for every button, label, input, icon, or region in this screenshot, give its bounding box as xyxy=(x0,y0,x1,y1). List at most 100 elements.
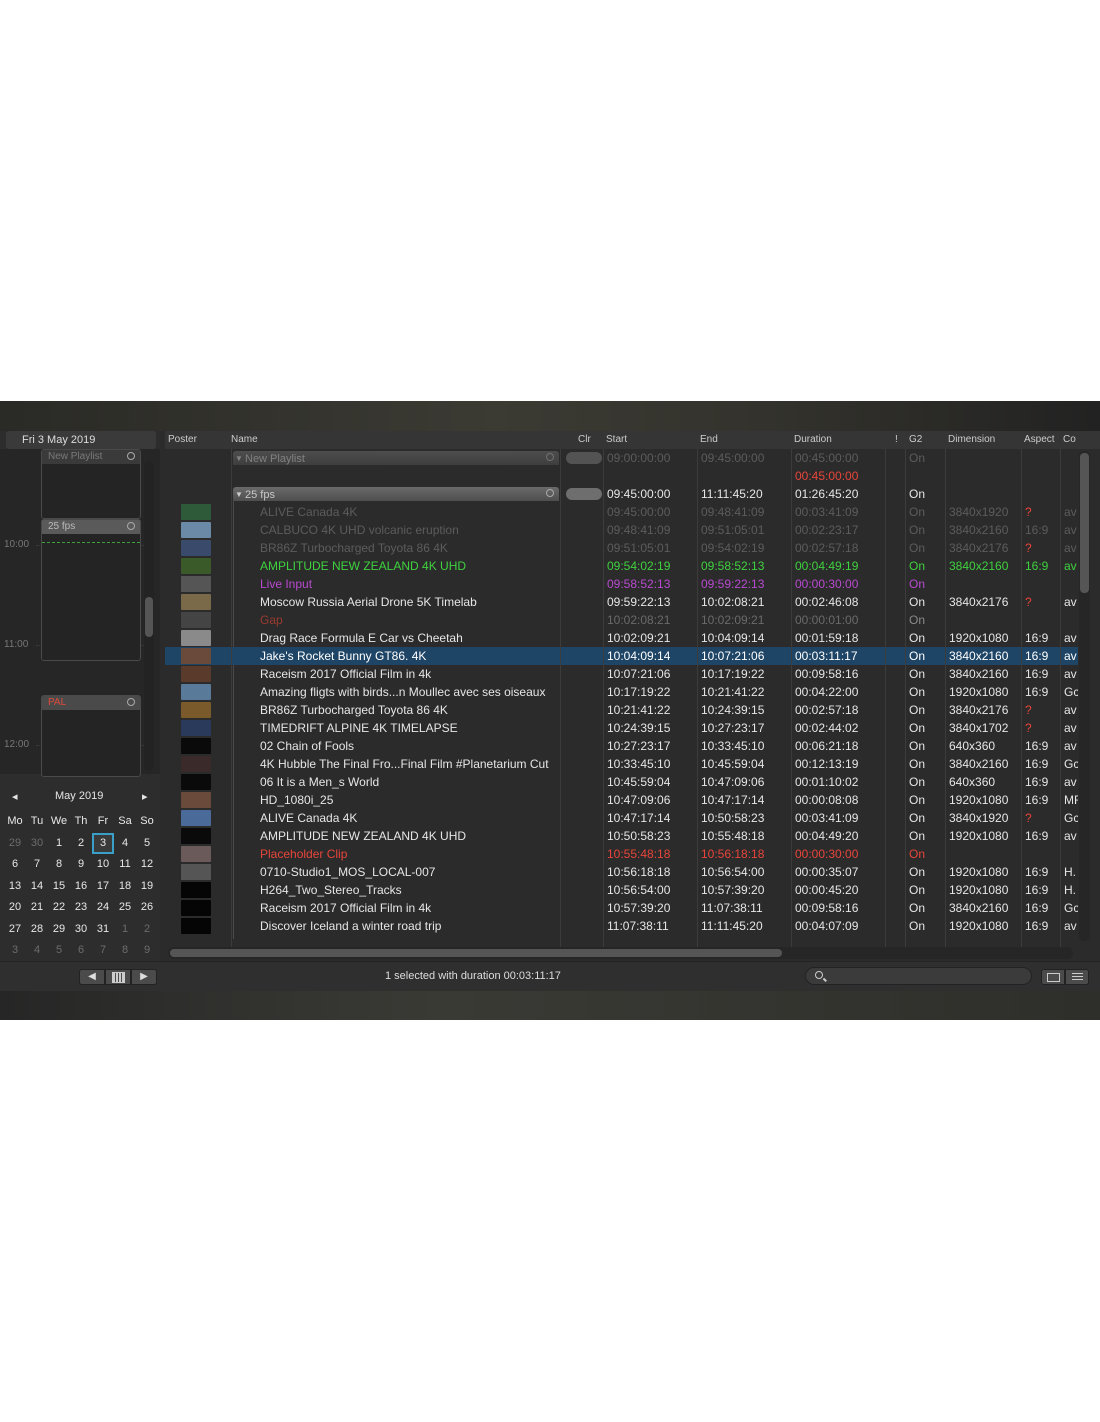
calendar-day[interactable]: 15 xyxy=(48,876,70,898)
col-name[interactable]: Name xyxy=(231,431,258,449)
clip-row[interactable]: BR86Z Turbocharged Toyota 86 4K 10:21:41:… xyxy=(165,701,1078,719)
col-codec[interactable]: Co xyxy=(1063,431,1076,449)
calendar-day[interactable]: 1 xyxy=(48,833,70,855)
clip-row[interactable]: AMPLITUDE NEW ZEALAND 4K UHD 09:54:02:19 0… xyxy=(165,557,1078,575)
col-end[interactable]: End xyxy=(700,431,718,449)
calendar-day[interactable]: 26 xyxy=(136,897,158,919)
calendar-day[interactable]: 2 xyxy=(70,833,92,855)
playlist-block-pal[interactable]: PAL xyxy=(41,695,141,777)
clip-row[interactable]: 02 Chain of Fools 10:27:23:17 10:33:45:10 0… xyxy=(165,737,1078,755)
calendar-day[interactable]: 9 xyxy=(70,854,92,876)
list-view-button[interactable] xyxy=(1065,969,1089,985)
next-day-button[interactable]: ▶ xyxy=(131,969,157,985)
scroll-thumb[interactable] xyxy=(170,949,782,957)
clip-row[interactable]: Drag Race Formula E Car vs Cheetah 10:02:… xyxy=(165,629,1078,647)
calendar-day[interactable]: 16 xyxy=(70,876,92,898)
calendar-day[interactable]: 29 xyxy=(48,919,70,941)
timeline-scrollbar[interactable] xyxy=(144,461,154,771)
clip-row[interactable]: AMPLITUDE NEW ZEALAND 4K UHD 10:50:58:23 1… xyxy=(165,827,1078,845)
clip-row[interactable]: Jake's Rocket Bunny GT86. 4K 10:04:09:14 1… xyxy=(165,647,1078,665)
calendar-day[interactable]: 8 xyxy=(114,940,136,962)
calendar-day[interactable]: 3 xyxy=(92,832,114,854)
calendar-day[interactable]: 27 xyxy=(4,919,26,941)
calendar-day[interactable]: 2 xyxy=(136,919,158,941)
calendar-day[interactable]: 4 xyxy=(114,833,136,855)
clip-row[interactable]: 4K Hubble The Final Fro...Final Film #Pl… xyxy=(165,755,1078,773)
col-duration[interactable]: Duration xyxy=(794,431,832,449)
calendar-day[interactable]: 23 xyxy=(70,897,92,919)
clip-row[interactable]: Moscow Russia Aerial Drone 5K Timelab 09:… xyxy=(165,593,1078,611)
calendar-day[interactable]: 17 xyxy=(92,876,114,898)
calendar-day[interactable]: 7 xyxy=(92,940,114,962)
calendar-day[interactable]: 13 xyxy=(4,876,26,898)
scroll-thumb[interactable] xyxy=(1080,453,1089,593)
table-vertical-scrollbar[interactable] xyxy=(1079,451,1090,941)
calendar-day[interactable]: 29 xyxy=(4,833,26,855)
calendar-day[interactable]: 22 xyxy=(48,897,70,919)
col-g2[interactable]: G2 xyxy=(909,431,922,449)
col-clr[interactable]: Clr xyxy=(578,431,591,449)
calendar-day[interactable]: 20 xyxy=(4,897,26,919)
group-row-new-playlist[interactable]: ▼ New Playlist 09:00:00:00 09:45:00:00 0… xyxy=(165,449,1078,467)
calendar-button[interactable] xyxy=(105,969,131,985)
calendar-day[interactable]: 19 xyxy=(136,876,158,898)
calendar-day[interactable]: 4 xyxy=(26,940,48,962)
prev-day-button[interactable]: ◀ xyxy=(79,969,105,985)
calendar-day[interactable]: 12 xyxy=(136,854,158,876)
clip-row[interactable]: H264_Two_Stereo_Tracks 10:56:54:00 10:57:3… xyxy=(165,881,1078,899)
calendar-day[interactable]: 1 xyxy=(114,919,136,941)
calendar-day[interactable]: 8 xyxy=(48,854,70,876)
calendar-day[interactable]: 18 xyxy=(114,876,136,898)
calendar-day[interactable]: 30 xyxy=(70,919,92,941)
clip-row[interactable]: ALIVE Canada 4K 09:45:00:00 09:48:41:09 00:… xyxy=(165,503,1078,521)
clip-row[interactable]: TIMEDRIFT ALPINE 4K TIMELAPSE 10:24:39:15… xyxy=(165,719,1078,737)
color-pill[interactable] xyxy=(566,452,602,464)
color-pill[interactable] xyxy=(566,488,602,500)
clip-row[interactable]: Discover Iceland a winter road trip 11:07… xyxy=(165,917,1078,935)
calendar-day[interactable]: 5 xyxy=(48,940,70,962)
date-header[interactable]: Fri 3 May 2019 xyxy=(6,431,156,449)
search-input[interactable] xyxy=(828,969,1027,985)
clip-row[interactable]: 0710-Studio1_MOS_LOCAL-007 10:56:18:18 10:… xyxy=(165,863,1078,881)
group-header[interactable]: ▼ New Playlist xyxy=(233,451,559,465)
calendar-next-icon[interactable]: ▸ xyxy=(142,790,148,804)
calendar-day[interactable]: 6 xyxy=(70,940,92,962)
clip-row[interactable]: Raceism 2017 Official Film in 4k 10:07:21… xyxy=(165,665,1078,683)
clip-row[interactable]: Live Input 09:58:52:13 09:59:22:13 00:00:30… xyxy=(165,575,1078,593)
clip-row[interactable]: 06 It is a Men_s World 10:45:59:04 10:47:0… xyxy=(165,773,1078,791)
disclosure-triangle-icon[interactable]: ▼ xyxy=(235,451,243,467)
calendar-day[interactable]: 5 xyxy=(136,833,158,855)
playlist-block-new-playlist[interactable]: New Playlist xyxy=(41,449,141,519)
scroll-thumb[interactable] xyxy=(145,597,153,637)
calendar-day[interactable]: 14 xyxy=(26,876,48,898)
calendar-day[interactable]: 11 xyxy=(114,854,136,876)
clip-row[interactable]: Placeholder Clip 10:55:48:18 10:56:18:18 00… xyxy=(165,845,1078,863)
calendar-day[interactable]: 6 xyxy=(4,854,26,876)
clip-row[interactable]: ALIVE Canada 4K 10:47:17:14 10:50:58:23 00:… xyxy=(165,809,1078,827)
col-warning[interactable]: ! xyxy=(895,431,898,449)
calendar-day[interactable]: 9 xyxy=(136,940,158,962)
calendar-day[interactable]: 31 xyxy=(92,919,114,941)
calendar-day[interactable]: 3 xyxy=(4,940,26,962)
clip-row[interactable]: Raceism 2017 Official Film in 4k 10:57:39… xyxy=(165,899,1078,917)
calendar-day[interactable]: 10 xyxy=(92,854,114,876)
search-field[interactable] xyxy=(805,967,1032,985)
calendar-day[interactable]: 25 xyxy=(114,897,136,919)
clip-row[interactable]: BR86Z Turbocharged Toyota 86 4K 09:51:05:… xyxy=(165,539,1078,557)
single-view-button[interactable] xyxy=(1041,969,1065,985)
col-aspect[interactable]: Aspect xyxy=(1024,431,1055,449)
calendar-day[interactable]: 28 xyxy=(26,919,48,941)
clip-row[interactable]: CALBUCO 4K UHD volcanic eruption 09:48:41… xyxy=(165,521,1078,539)
col-poster[interactable]: Poster xyxy=(168,431,197,449)
calendar-day[interactable]: 7 xyxy=(26,854,48,876)
day-timeline[interactable]: 10:00 11:00 12:00 New Playlist 25 fps PA… xyxy=(0,449,160,777)
playlist-block-25fps[interactable]: 25 fps xyxy=(41,519,141,661)
calendar-day[interactable]: 21 xyxy=(26,897,48,919)
col-dimension[interactable]: Dimension xyxy=(948,431,995,449)
table-horizontal-scrollbar[interactable] xyxy=(168,947,1073,959)
col-start[interactable]: Start xyxy=(606,431,627,449)
calendar-day[interactable]: 30 xyxy=(26,833,48,855)
calendar-prev-icon[interactable]: ◂ xyxy=(12,790,18,804)
clip-row[interactable]: Gap 10:02:08:21 10:02:09:21 00:00:01:00 On xyxy=(165,611,1078,629)
clip-row[interactable]: Amazing fligts with birds...n Moullec av… xyxy=(165,683,1078,701)
